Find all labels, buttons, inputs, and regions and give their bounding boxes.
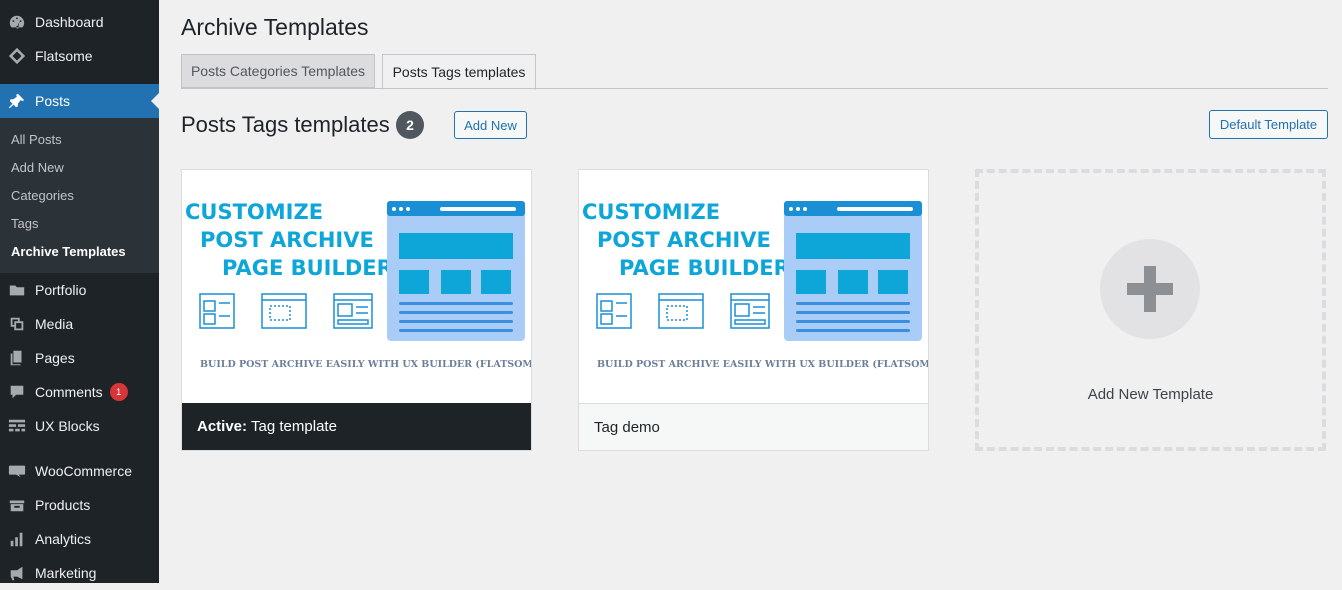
submenu-archive-templates[interactable]: Archive Templates <box>11 244 126 259</box>
card-footer: Active: Tag template <box>182 403 531 450</box>
submenu-all-posts[interactable]: All Posts <box>11 132 62 147</box>
dashboard-icon <box>7 12 27 32</box>
pin-icon <box>7 91 27 111</box>
thumb-line1: CUSTOMIZE <box>582 200 720 224</box>
blocks-icon <box>7 416 27 436</box>
card-footer: Tag demo <box>579 403 928 450</box>
sidebar-item-label: Analytics <box>35 531 92 547</box>
sidebar-item-media[interactable]: Media <box>0 307 159 341</box>
sidebar-item-label: Posts <box>35 93 71 109</box>
template-name: Tag template <box>251 418 337 435</box>
plus-icon <box>1100 239 1200 339</box>
media-icon <box>7 314 27 334</box>
sidebar-item-label: Portfolio <box>35 282 87 298</box>
sidebar-item-comments[interactable]: Comments 1 <box>0 375 159 409</box>
page-title: Archive Templates <box>181 14 369 40</box>
add-new-template-card[interactable]: Add New Template <box>975 169 1326 451</box>
products-icon <box>7 495 27 515</box>
sidebar-item-label: Comments <box>35 384 103 400</box>
woo-icon <box>7 461 27 481</box>
browser-window-illustration <box>784 201 922 341</box>
comments-count-badge: 1 <box>109 383 128 401</box>
posts-submenu: All Posts Add New Categories Tags Archiv… <box>0 118 159 273</box>
tab-posts-categories-templates[interactable]: Posts Categories Templates <box>181 54 375 88</box>
sidebar-item-portfolio[interactable]: Portfolio <box>0 273 159 307</box>
default-template-button[interactable]: Default Template <box>1209 110 1328 139</box>
sidebar-item-dashboard[interactable]: Dashboard <box>0 5 159 39</box>
submenu-categories[interactable]: Categories <box>11 188 74 203</box>
folder-icon <box>7 280 27 300</box>
browser-window-illustration <box>387 201 525 341</box>
sidebar-item-marketing[interactable]: Marketing <box>0 556 159 590</box>
thumb-line1: CUSTOMIZE <box>185 200 323 224</box>
small-layout-icons <box>199 293 373 329</box>
sidebar-item-pages[interactable]: Pages <box>0 341 159 375</box>
sidebar-item-woocommerce[interactable]: WooCommerce <box>0 454 159 488</box>
sidebar-item-label: WooCommerce <box>35 463 132 479</box>
pages-icon <box>7 348 27 368</box>
flatsome-icon <box>7 46 27 66</box>
sidebar-item-label: Flatsome <box>35 48 93 64</box>
main-content: Archive Templates Posts Categories Templ… <box>159 0 1342 583</box>
template-card[interactable]: CUSTOMIZE POST ARCHIVE PAGE BUILDER BUIL… <box>578 169 929 451</box>
sidebar-item-label: Dashboard <box>35 14 104 30</box>
comment-icon <box>7 382 27 402</box>
small-layout-icons <box>596 293 770 329</box>
tabs-divider <box>181 88 1328 89</box>
sidebar-item-posts[interactable]: Posts <box>0 84 159 118</box>
thumb-subtitle: BUILD POST ARCHIVE EASILY WITH UX BUILDE… <box>200 359 531 370</box>
sidebar-item-flatsome[interactable]: Flatsome <box>0 39 159 73</box>
thumb-line3: PAGE BUILDER <box>222 256 393 280</box>
template-name: Tag demo <box>594 418 660 436</box>
sidebar-item-products[interactable]: Products <box>0 488 159 522</box>
template-count-badge: 2 <box>396 111 424 139</box>
thumb-line2: POST ARCHIVE <box>200 228 374 252</box>
tab-posts-tags-templates[interactable]: Posts Tags templates <box>382 54 536 90</box>
admin-sidebar: Dashboard Flatsome Posts All Posts Add N… <box>0 0 159 583</box>
sidebar-item-label: Media <box>35 316 74 332</box>
thumb-line3: PAGE BUILDER <box>619 256 790 280</box>
active-label: Active: <box>197 418 248 435</box>
template-thumbnail: CUSTOMIZE POST ARCHIVE PAGE BUILDER BUIL… <box>579 170 928 403</box>
sidebar-item-label: UX Blocks <box>35 418 100 434</box>
megaphone-icon <box>7 563 27 583</box>
sidebar-item-label: Marketing <box>35 565 97 581</box>
template-thumbnail: CUSTOMIZE POST ARCHIVE PAGE BUILDER BUIL… <box>182 170 531 403</box>
sidebar-item-analytics[interactable]: Analytics <box>0 522 159 556</box>
sidebar-item-label: Products <box>35 497 91 513</box>
add-new-template-label: Add New Template <box>1087 386 1214 403</box>
section-title: Posts Tags templates <box>181 112 390 137</box>
sidebar-item-label: Pages <box>35 350 75 366</box>
add-new-button[interactable]: Add New <box>454 111 527 139</box>
sidebar-item-ux-blocks[interactable]: UX Blocks <box>0 409 159 443</box>
submenu-tags[interactable]: Tags <box>11 216 38 231</box>
submenu-add-new[interactable]: Add New <box>11 160 64 175</box>
thumb-subtitle: BUILD POST ARCHIVE EASILY WITH UX BUILDE… <box>597 359 928 370</box>
analytics-icon <box>7 529 27 549</box>
thumb-line2: POST ARCHIVE <box>597 228 771 252</box>
template-card[interactable]: CUSTOMIZE POST ARCHIVE PAGE BUILDER BUIL… <box>181 169 532 451</box>
